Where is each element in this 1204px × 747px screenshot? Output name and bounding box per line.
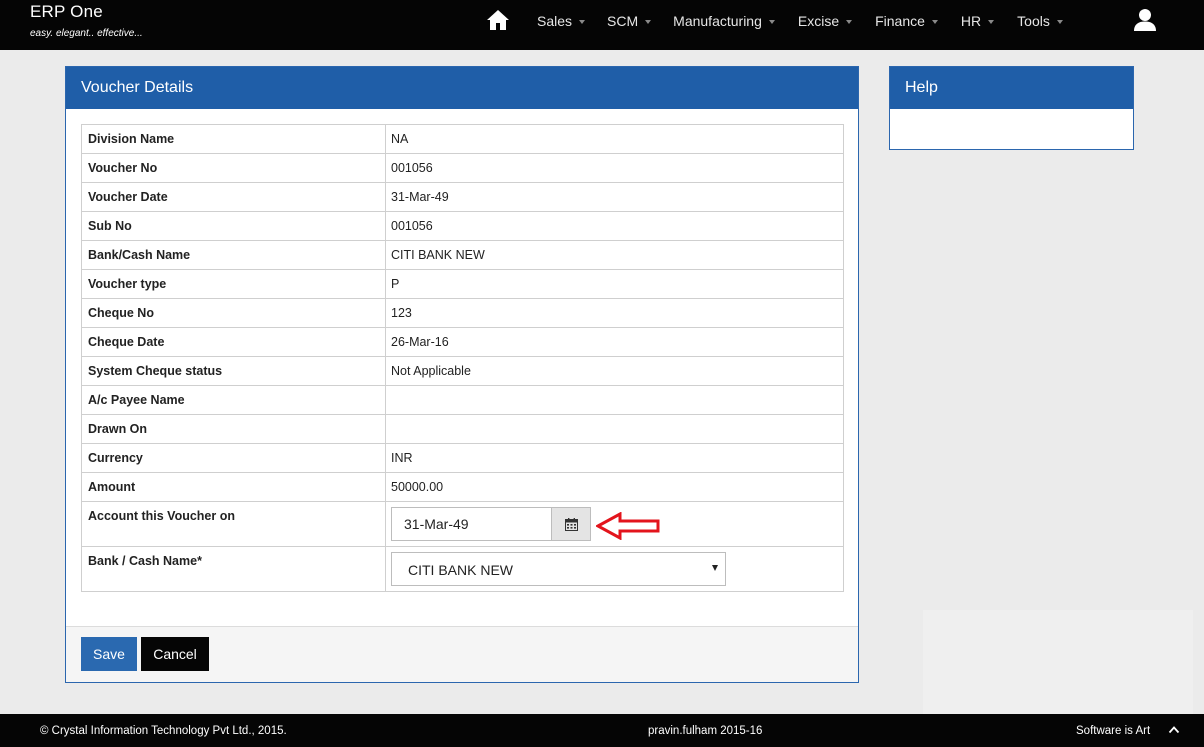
nav-item-hr[interactable]: HR [960,13,995,29]
row-value: 123 [385,298,844,328]
bank-select-label: Bank / Cash Name* [81,546,386,592]
row-label: Voucher No [81,153,386,183]
app-title: ERP One [30,2,103,21]
table-row: Voucher type P [81,269,844,299]
nav-item-manufacturing[interactable]: Manufacturing [673,13,775,29]
table-row: A/c Payee Name [81,385,844,415]
date-picker [391,507,660,541]
brand[interactable]: ERP One easy. elegant.. effective... [30,2,143,39]
row-value: 50000.00 [385,472,844,502]
account-date-cell [385,501,844,547]
row-value: NA [385,124,844,154]
table-row: Sub No 001056 [81,211,844,241]
save-button[interactable]: Save [81,637,137,671]
dropdown-arrow-icon [712,565,718,571]
cancel-button[interactable]: Cancel [141,637,209,671]
annotation-arrow-icon [596,512,660,540]
bank-select-cell: CITI BANK NEW [385,546,844,592]
caret-down-icon [579,19,586,24]
row-value: 001056 [385,211,844,241]
table-row: Voucher Date 31-Mar-49 [81,182,844,212]
row-label: Cheque Date [81,327,386,357]
row-label: Currency [81,443,386,473]
voucher-details-table: Division Name NA Voucher No 001056 Voucher… [81,124,844,592]
voucher-details-panel: Voucher Details Division Name NA Voucher … [65,66,859,683]
row-value [385,385,844,415]
nav-item-excise[interactable]: Excise [797,13,853,29]
help-title: Help [890,67,1133,109]
row-label: A/c Payee Name [81,385,386,415]
background-region [923,610,1193,714]
table-row: Division Name NA [81,124,844,154]
help-panel: Help [889,66,1134,150]
nav-item-tools[interactable]: Tools [1017,13,1063,29]
panel-title: Voucher Details [66,67,858,109]
nav-item-label: HR [960,13,982,29]
scroll-top-icon[interactable] [1168,724,1180,736]
row-value: 001056 [385,153,844,183]
table-row: Bank/Cash Name CITI BANK NEW [81,240,844,270]
row-value: CITI BANK NEW [385,240,844,270]
table-row: Amount 50000.00 [81,472,844,502]
row-label: Sub No [81,211,386,241]
table-row: Account this Voucher on [81,501,844,547]
nav-item-finance[interactable]: Finance [875,13,938,29]
app-tagline: easy. elegant.. effective... [30,28,143,39]
nav-item-label: Finance [875,13,925,29]
row-label: Voucher Date [81,182,386,212]
row-label: Drawn On [81,414,386,444]
caret-down-icon [768,19,775,24]
caret-down-icon [931,19,938,24]
calendar-icon [564,517,578,531]
nav-item-label: Excise [797,13,840,29]
row-label: Division Name [81,124,386,154]
account-date-input[interactable] [391,507,552,541]
user-icon[interactable] [1133,8,1157,32]
copyright-text: © Crystal Information Technology Pvt Ltd… [40,725,287,737]
table-row: Currency INR [81,443,844,473]
table-row: Cheque Date 26-Mar-16 [81,327,844,357]
row-label: Voucher type [81,269,386,299]
row-label: Bank/Cash Name [81,240,386,270]
row-label: Cheque No [81,298,386,328]
row-value: 26-Mar-16 [385,327,844,357]
caret-down-icon [645,19,652,24]
calendar-button[interactable] [551,507,591,541]
bank-cash-select[interactable]: CITI BANK NEW [391,552,726,586]
footer-tagline: Software is Art [1076,725,1151,737]
table-row: System Cheque status Not Applicable [81,356,844,386]
caret-down-icon [988,19,995,24]
table-row: Bank / Cash Name* CITI BANK NEW [81,546,844,592]
row-label: Amount [81,472,386,502]
bank-cash-selected: CITI BANK NEW [408,562,514,578]
nav-item-label: Manufacturing [673,13,762,29]
caret-down-icon [1056,19,1063,24]
table-row: Voucher No 001056 [81,153,844,183]
row-value: 31-Mar-49 [385,182,844,212]
footer-bar: © Crystal Information Technology Pvt Ltd… [0,714,1204,747]
nav-item-label: Sales [537,13,573,29]
row-value: P [385,269,844,299]
table-row: Drawn On [81,414,844,444]
nav-item-label: SCM [607,13,639,29]
top-navbar: ERP One easy. elegant.. effective... Sal… [0,0,1204,50]
nav-item-label: Tools [1017,13,1050,29]
home-icon[interactable] [486,9,510,31]
row-value [385,414,844,444]
row-value: Not Applicable [385,356,844,386]
account-date-label: Account this Voucher on [81,501,386,547]
row-label: System Cheque status [81,356,386,386]
table-row: Cheque No 123 [81,298,844,328]
panel-footer: Save Cancel [66,626,858,682]
nav-menu: Sales SCM Manufacturing Excise Finance H… [537,0,1063,42]
caret-down-icon [846,19,853,24]
nav-item-sales[interactable]: Sales [537,13,586,29]
nav-item-scm[interactable]: SCM [607,13,652,29]
session-user-text: pravin.fulham 2015-16 [648,725,763,737]
row-value: INR [385,443,844,473]
